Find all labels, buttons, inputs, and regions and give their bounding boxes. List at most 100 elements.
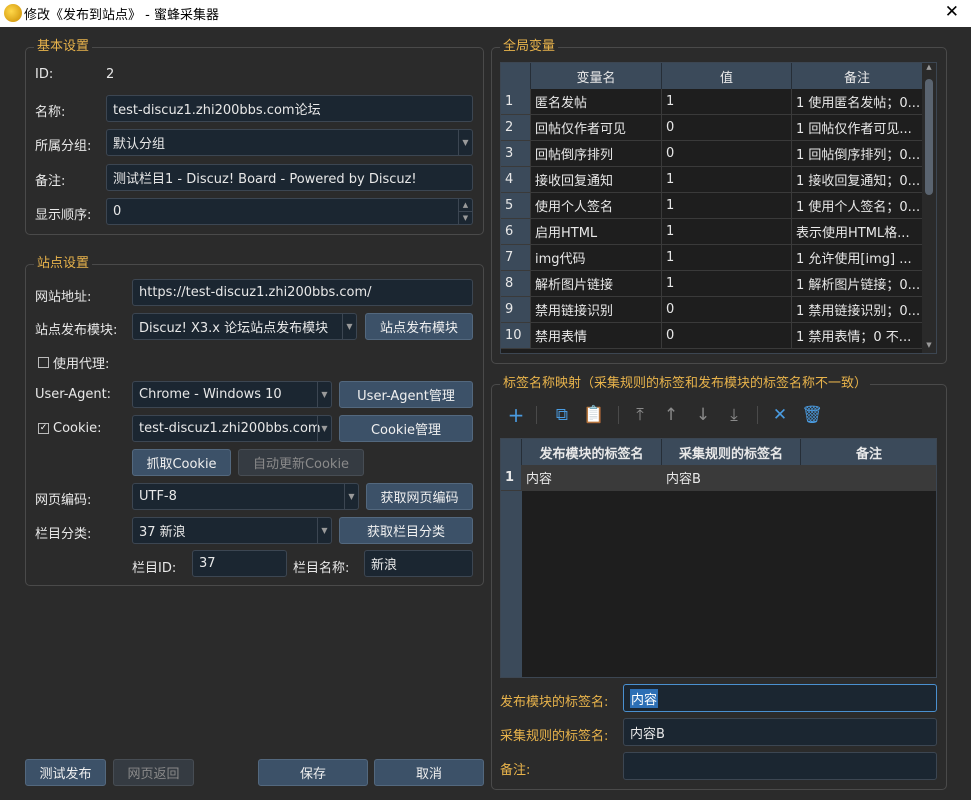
encoding-select[interactable]: UTF-8 ▼ — [132, 483, 359, 510]
move-up-icon[interactable]: ↑ — [660, 404, 682, 426]
proxy-checkbox[interactable]: 使用代理: — [38, 353, 109, 372]
name-input[interactable]: test-discuz1.zhi200bbs.com论坛 — [106, 95, 473, 122]
table-row[interactable]: 5 使用个人签名 1 1 使用个人签名；0... — [501, 193, 923, 219]
var-note-cell[interactable]: 1 使用个人签名；0... — [792, 193, 923, 218]
publish-tag-input[interactable]: 内容 — [623, 684, 937, 712]
move-down-icon[interactable]: ↓ — [692, 404, 714, 426]
var-note-cell[interactable]: 1 禁用链接识别；0... — [792, 297, 923, 322]
web-back-button[interactable]: 网页返回 — [113, 759, 194, 786]
table-row[interactable]: 2 回帖仅作者可见 0 1 回帖仅作者可见... — [501, 115, 923, 141]
var-note-cell[interactable]: 1 接收回复通知；0... — [792, 167, 923, 192]
get-category-button[interactable]: 获取栏目分类 — [339, 517, 473, 544]
var-value-cell[interactable]: 1 — [662, 219, 792, 244]
proxy-label: 使用代理: — [53, 357, 110, 372]
note-cell[interactable] — [801, 465, 936, 490]
global-vars-title: 全局变量 — [500, 39, 559, 55]
catid-input[interactable]: 37 — [192, 550, 287, 577]
var-name-cell[interactable]: 回帖仅作者可见 — [531, 115, 662, 140]
module-select[interactable]: Discuz! X3.x 论坛站点发布模块 ▼ — [132, 313, 357, 340]
scrollbar[interactable]: ▲ ▼ — [922, 63, 936, 353]
var-name-cell[interactable]: img代码 — [531, 245, 662, 270]
var-name-cell[interactable]: 解析图片链接 — [531, 271, 662, 296]
table-row[interactable]: 10 禁用表情 0 1 禁用表情；0 不... — [501, 323, 923, 349]
var-value-cell[interactable]: 0 — [662, 297, 792, 322]
var-name-cell[interactable]: 禁用链接识别 — [531, 297, 662, 322]
group-select[interactable]: 默认分组 ▼ — [106, 129, 473, 156]
table-row[interactable]: 1 内容 内容B — [501, 465, 936, 491]
copy-icon[interactable]: ⧉ — [551, 404, 573, 426]
collect-tag-cell[interactable]: 内容B — [662, 465, 801, 490]
global-vars-table[interactable]: 变量名 值 备注 1 匿名发帖 1 1 使用匿名发帖；0... 2 回帖仅作者可见 0 1 回… — [500, 62, 937, 354]
order-spinbox[interactable]: 0 ▲ ▼ — [106, 198, 473, 225]
scroll-up-icon[interactable]: ▲ — [922, 63, 936, 75]
table-row[interactable]: 6 启用HTML 1 表示使用HTML格... — [501, 219, 923, 245]
tag-note-input[interactable] — [623, 752, 937, 780]
table-row[interactable]: 3 回帖倒序排列 0 1 回帖倒序排列；0... — [501, 141, 923, 167]
var-value-cell[interactable]: 1 — [662, 245, 792, 270]
col-header-publish[interactable]: 发布模块的标签名 — [522, 439, 662, 465]
var-value-cell[interactable]: 1 — [662, 271, 792, 296]
delete-icon[interactable]: ✕ — [769, 404, 791, 426]
collect-tag-value: 内容B — [630, 726, 665, 742]
close-icon[interactable]: ✕ — [945, 2, 959, 22]
col-header-collect[interactable]: 采集规则的标签名 — [662, 439, 801, 465]
catname-input[interactable]: 新浪 — [364, 550, 473, 577]
order-value: 0 — [113, 204, 122, 219]
move-bottom-icon[interactable]: ⤓ — [723, 404, 745, 426]
collect-tag-input[interactable]: 内容B — [623, 718, 937, 746]
tag-map-table[interactable]: 发布模块的标签名 采集规则的标签名 备注 1 内容 内容B — [500, 438, 937, 678]
cookie-checkbox[interactable]: ✓ Cookie: — [38, 421, 102, 436]
auto-update-cookie-button[interactable]: 自动更新Cookie — [238, 449, 364, 476]
var-note-cell[interactable]: 1 使用匿名发帖；0... — [792, 89, 923, 114]
paste-icon[interactable]: 📋 — [583, 404, 605, 426]
spin-arrows-icon[interactable]: ▲ ▼ — [458, 199, 472, 224]
ua-manage-button[interactable]: User-Agent管理 — [339, 381, 473, 408]
col-header-value[interactable]: 值 — [662, 63, 792, 89]
var-value-cell[interactable]: 1 — [662, 193, 792, 218]
var-name-cell[interactable]: 启用HTML — [531, 219, 662, 244]
var-note-cell[interactable]: 1 解析图片链接；0... — [792, 271, 923, 296]
var-value-cell[interactable]: 0 — [662, 323, 792, 348]
get-encoding-button[interactable]: 获取网页编码 — [366, 483, 473, 510]
col-header-note[interactable]: 备注 — [801, 439, 936, 465]
col-header-name[interactable]: 变量名 — [531, 63, 662, 89]
var-note-cell[interactable]: 1 禁用表情；0 不... — [792, 323, 923, 348]
note-input[interactable]: 测试栏目1 - Discuz! Board - Powered by Discu… — [106, 164, 473, 191]
var-value-cell[interactable]: 1 — [662, 89, 792, 114]
scrollbar-thumb[interactable] — [925, 79, 933, 195]
cancel-button[interactable]: 取消 — [374, 759, 484, 786]
var-note-cell[interactable]: 1 允许使用[img] ... — [792, 245, 923, 270]
table-row[interactable]: 4 接收回复通知 1 1 接收回复通知；0... — [501, 167, 923, 193]
trash-icon[interactable]: 🗑 — [801, 404, 823, 426]
fetch-cookie-button[interactable]: 抓取Cookie — [132, 449, 231, 476]
cookie-select[interactable]: test-discuz1.zhi200bbs.com ▼ — [132, 415, 332, 442]
cookie-manage-button[interactable]: Cookie管理 — [339, 415, 473, 442]
category-select[interactable]: 37 新浪 ▼ — [132, 517, 332, 544]
var-note-cell[interactable]: 1 回帖倒序排列；0... — [792, 141, 923, 166]
var-name-cell[interactable]: 回帖倒序排列 — [531, 141, 662, 166]
move-top-icon[interactable]: ⤒ — [629, 404, 651, 426]
save-button[interactable]: 保存 — [258, 759, 368, 786]
var-note-cell[interactable]: 1 回帖仅作者可见... — [792, 115, 923, 140]
var-name-cell[interactable]: 接收回复通知 — [531, 167, 662, 192]
module-button[interactable]: 站点发布模块 — [365, 313, 473, 340]
var-value-cell[interactable]: 1 — [662, 167, 792, 192]
col-header-note[interactable]: 备注 — [792, 63, 923, 89]
publish-tag-cell[interactable]: 内容 — [522, 465, 662, 490]
table-row[interactable]: 8 解析图片链接 1 1 解析图片链接；0... — [501, 271, 923, 297]
var-value-cell[interactable]: 0 — [662, 141, 792, 166]
test-publish-button[interactable]: 测试发布 — [25, 759, 106, 786]
table-row[interactable]: 9 禁用链接识别 0 1 禁用链接识别；0... — [501, 297, 923, 323]
table-row[interactable]: 1 匿名发帖 1 1 使用匿名发帖；0... — [501, 89, 923, 115]
var-name-cell[interactable]: 禁用表情 — [531, 323, 662, 348]
var-name-cell[interactable]: 匿名发帖 — [531, 89, 662, 114]
table-row[interactable]: 7 img代码 1 1 允许使用[img] ... — [501, 245, 923, 271]
var-name-cell[interactable]: 使用个人签名 — [531, 193, 662, 218]
var-value-cell[interactable]: 0 — [662, 115, 792, 140]
scroll-down-icon[interactable]: ▼ — [922, 341, 936, 353]
url-input[interactable]: https://test-discuz1.zhi200bbs.com/ — [132, 279, 473, 306]
add-icon[interactable]: + — [505, 403, 527, 427]
row-number: 10 — [501, 323, 531, 348]
var-note-cell[interactable]: 表示使用HTML格... — [792, 219, 923, 244]
ua-select[interactable]: Chrome - Windows 10 ▼ — [132, 381, 332, 408]
